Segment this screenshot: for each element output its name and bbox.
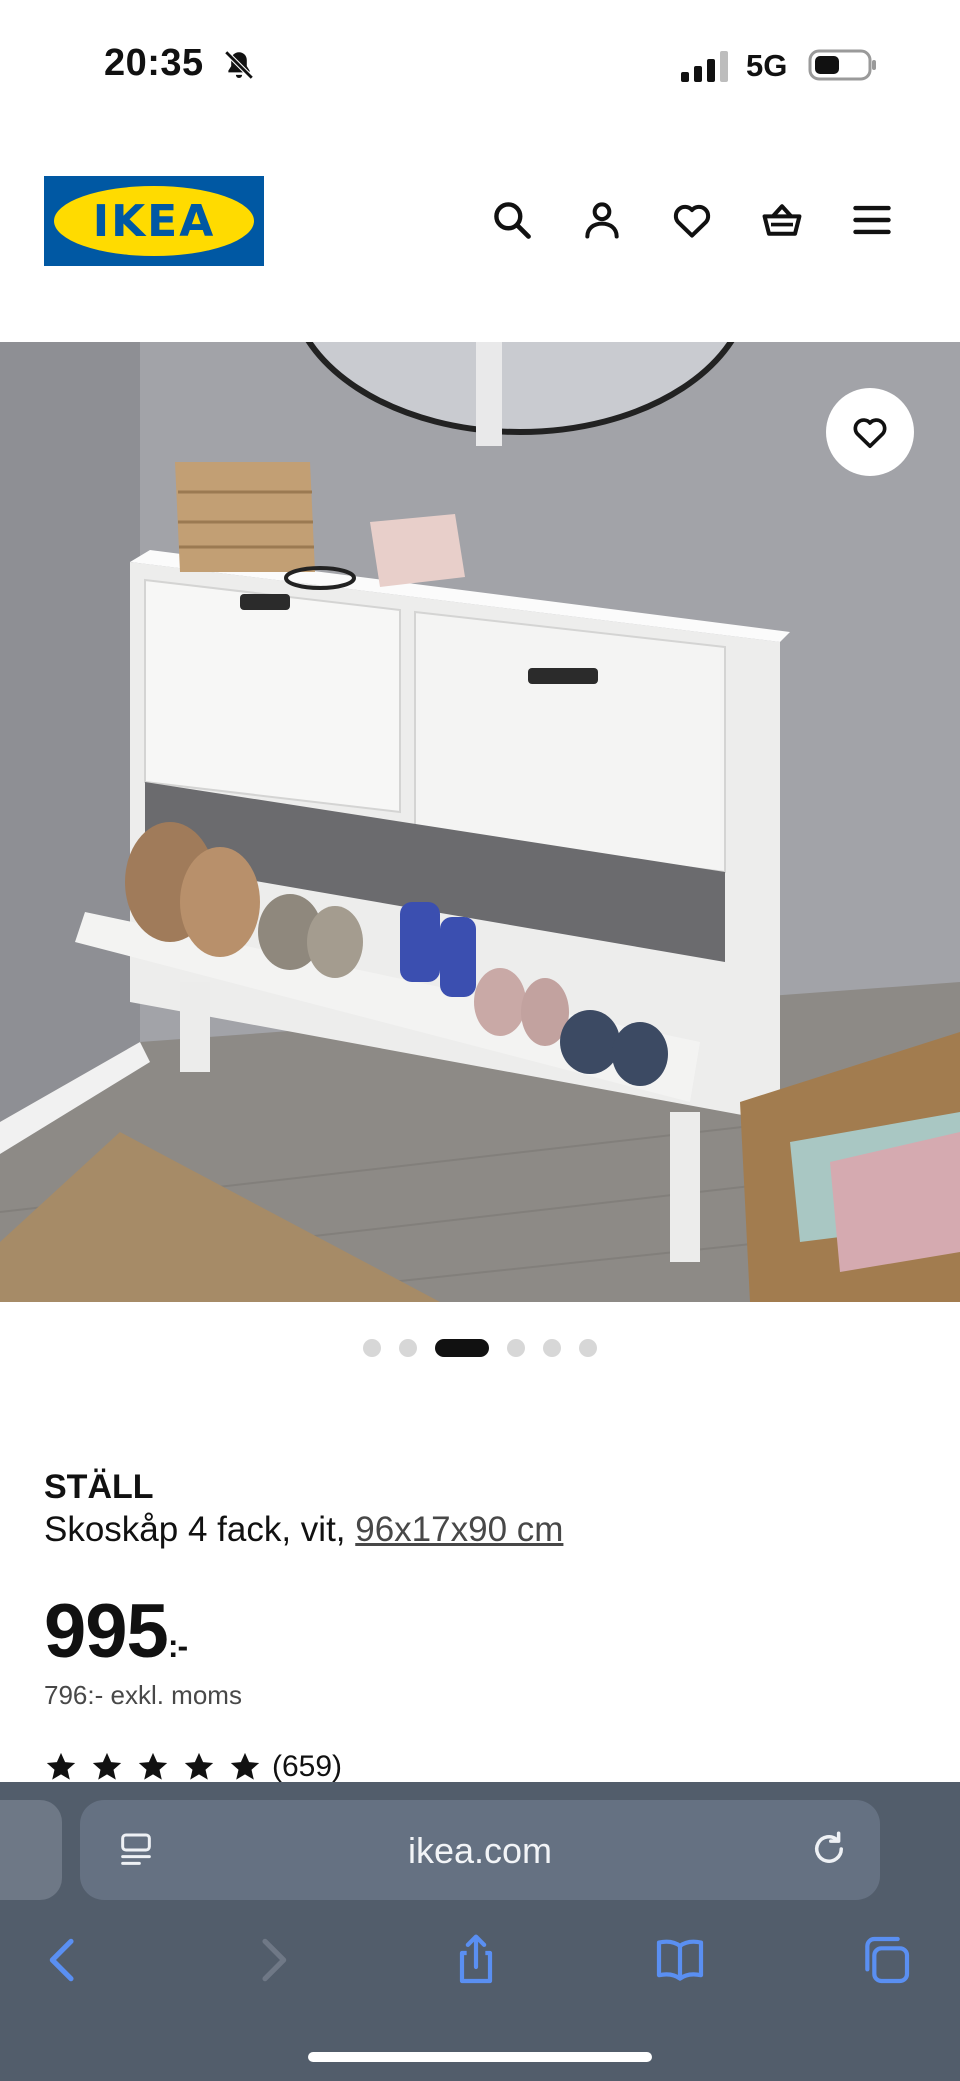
previous-tab-preview[interactable] — [0, 1800, 62, 1900]
price-excl-vat: 796:- exkl. moms — [44, 1680, 242, 1710]
star-icon — [92, 1752, 122, 1780]
star-icon — [230, 1752, 260, 1780]
bell-muted-icon — [224, 50, 254, 80]
cart-icon[interactable] — [760, 198, 804, 242]
heart-icon — [853, 418, 887, 448]
site-header: IKEA — [0, 130, 960, 340]
product-dimensions-link[interactable]: 96x17x90 cm — [355, 1510, 563, 1549]
home-indicator[interactable] — [308, 2052, 652, 2062]
share-icon[interactable] — [448, 1932, 504, 1988]
battery-icon — [808, 49, 876, 81]
carousel-dots[interactable] — [0, 1336, 960, 1360]
network-type: 5G — [746, 48, 788, 83]
search-icon[interactable] — [490, 198, 534, 242]
status-bar: 20:35 5G — [0, 0, 960, 130]
browser-toolbar: ikea.com — [0, 1782, 960, 2081]
product-price: 995:- — [44, 1588, 188, 1675]
ikea-logo[interactable]: IKEA — [44, 176, 264, 266]
cellular-signal-icon — [681, 51, 728, 82]
price-suffix: :- — [167, 1628, 188, 1664]
save-to-favourites-button[interactable] — [826, 388, 914, 476]
carousel-dot[interactable] — [543, 1339, 561, 1357]
address-bar[interactable]: ikea.com — [80, 1800, 880, 1900]
reload-icon[interactable] — [808, 1828, 850, 1870]
product-description: Skoskåp 4 fack, vit, 96x17x90 cm — [44, 1510, 563, 1550]
bookmarks-icon[interactable] — [652, 1932, 708, 1988]
menu-icon[interactable] — [850, 198, 894, 242]
carousel-dot[interactable] — [435, 1339, 489, 1357]
product-name: STÄLL — [44, 1468, 154, 1506]
star-icon — [138, 1752, 168, 1780]
product-rating[interactable]: (659) — [44, 1750, 342, 1784]
back-icon[interactable] — [36, 1932, 92, 1988]
price-value: 995 — [44, 1589, 169, 1674]
carousel-dot[interactable] — [579, 1339, 597, 1357]
carousel-dot[interactable] — [399, 1339, 417, 1357]
favourites-icon[interactable] — [670, 198, 714, 242]
star-icon — [184, 1752, 214, 1780]
forward-icon[interactable] — [244, 1932, 300, 1988]
star-icon — [46, 1752, 76, 1780]
logo-text: IKEA — [92, 195, 216, 247]
review-count: (659) — [272, 1750, 343, 1783]
account-icon[interactable] — [580, 198, 624, 242]
url-text: ikea.com — [407, 1830, 553, 1871]
carousel-dot[interactable] — [363, 1339, 381, 1357]
product-photo — [0, 342, 960, 1302]
carousel-dot[interactable] — [507, 1339, 525, 1357]
product-type: Skoskåp 4 fack, vit, — [44, 1510, 356, 1549]
status-time: 20:35 — [104, 42, 204, 84]
product-image[interactable] — [0, 342, 960, 1302]
tabs-icon[interactable] — [858, 1932, 914, 1988]
